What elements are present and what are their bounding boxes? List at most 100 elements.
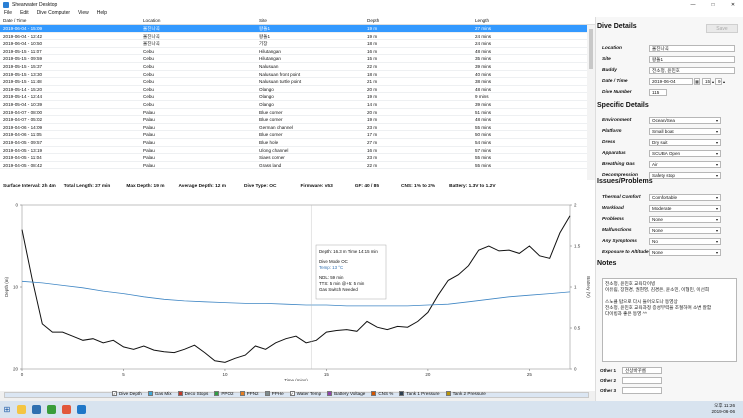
legend-checkbox[interactable] bbox=[445, 390, 451, 396]
dive-profile-chart[interactable]: 0 5 10 15 20 2501020 00.511.52Time (mins)Depth… bbox=[0, 197, 595, 382]
legend-item[interactable]: Deco Stops bbox=[177, 390, 208, 396]
legend-item[interactable]: Battery Voltage bbox=[327, 390, 365, 396]
date-input[interactable]: 2019-06-04 bbox=[649, 77, 693, 85]
dropdown-select[interactable]: Safety stop ▾ bbox=[649, 171, 721, 179]
legend-item[interactable]: Tank 1 Pressure bbox=[399, 390, 440, 396]
table-row[interactable]: 2019-04-05 - 09:57 Palau Blue hole 27 m 54 m… bbox=[0, 139, 595, 147]
column-header-length[interactable]: Length bbox=[472, 17, 587, 24]
hour-spinner-icon[interactable]: ▴ bbox=[712, 79, 714, 84]
field-row: Problems None ▾ bbox=[602, 215, 721, 223]
legend-checkbox[interactable] bbox=[371, 390, 377, 396]
dropdown-select[interactable]: Small boat ▾ bbox=[649, 127, 721, 135]
table-row[interactable]: 2019-06-04 - 12:42 울진나곡 왕돌1 19 m 24 mins bbox=[0, 33, 595, 41]
dropdown-select[interactable]: None ▾ bbox=[649, 226, 721, 234]
legend-checkbox[interactable] bbox=[399, 390, 405, 396]
dropdown-select[interactable]: Ocean/Sea ▾ bbox=[649, 116, 721, 124]
legend-item[interactable]: Tank 2 Pressure bbox=[445, 390, 486, 396]
menu-file[interactable]: File bbox=[4, 10, 12, 16]
table-row[interactable]: 2019-05-14 - 12:44 Cebu Olango 19 m 9 mins bbox=[0, 93, 595, 101]
table-row[interactable]: 2019-04-05 - 11:04 Palau Siaes corner 23 m 5… bbox=[0, 154, 595, 162]
legend-item[interactable]: ✓ Water Temp bbox=[289, 390, 321, 396]
location-input[interactable]: 울진나곡 bbox=[649, 44, 735, 52]
app-icon[interactable] bbox=[62, 405, 71, 414]
legend-checkbox[interactable] bbox=[264, 390, 270, 396]
minimize-icon[interactable]: — bbox=[683, 0, 703, 9]
legend-checkbox[interactable] bbox=[147, 390, 153, 396]
legend-checkbox[interactable] bbox=[214, 390, 220, 396]
table-row[interactable]: 2019-05-04 - 10:39 Cebu Olango 14 m 39 mins bbox=[0, 101, 595, 109]
dropdown-select[interactable]: Moderate ▾ bbox=[649, 204, 721, 212]
column-header-depth[interactable]: Depth bbox=[364, 17, 472, 24]
dropdown-select[interactable]: SCUBA Open ▾ bbox=[649, 149, 721, 157]
legend-item[interactable]: PPN2 bbox=[239, 390, 259, 396]
dropdown-select[interactable]: Dry suit ▾ bbox=[649, 138, 721, 146]
table-row[interactable]: 2019-05-15 - 13:30 Cebu Nalusuan front poi… bbox=[0, 71, 595, 79]
scrollbar-thumb[interactable] bbox=[589, 29, 593, 69]
legend-item[interactable]: CNS % bbox=[371, 390, 393, 396]
menu-help[interactable]: Help bbox=[97, 10, 107, 16]
column-header-location[interactable]: Location bbox=[140, 17, 256, 24]
calendar-icon[interactable]: ▦ bbox=[694, 77, 700, 85]
table-row[interactable]: 2019-05-14 - 15:20 Cebu Olango 20 m 48 mins bbox=[0, 86, 595, 94]
other-field-row: Other 1 선상바꾸름 bbox=[600, 366, 662, 374]
legend-checkbox[interactable]: ✓ bbox=[112, 390, 117, 396]
table-row[interactable]: 2019-06-04 - 15:09 울진나곡 왕돌1 19 m 27 mins bbox=[0, 25, 595, 33]
field-label: Dress bbox=[602, 139, 616, 145]
shearwater-icon[interactable] bbox=[77, 405, 86, 414]
legend-checkbox[interactable]: ✓ bbox=[289, 390, 295, 396]
menu-view[interactable]: View bbox=[78, 10, 89, 16]
dropdown-select[interactable]: Comfortable ▾ bbox=[649, 193, 721, 201]
legend-item[interactable]: PPHe bbox=[264, 390, 284, 396]
dive-number-input[interactable]: 115 bbox=[649, 88, 667, 96]
table-row[interactable]: 2019-04-07 - 08:00 Palau Blue corner 20 m 51… bbox=[0, 109, 595, 117]
table-cell: Palau bbox=[143, 117, 155, 123]
table-row[interactable]: 2019-04-05 - 13:19 Palau Ulong channel 16 m… bbox=[0, 147, 595, 155]
hour-input[interactable]: 15 bbox=[702, 77, 711, 85]
windows-start-icon[interactable]: ⊞ bbox=[0, 401, 14, 418]
legend-item[interactable]: PPO2 bbox=[214, 390, 234, 396]
legend-label: Dive Depth bbox=[119, 390, 142, 396]
table-cell: 2019-05-15 - 11:48 bbox=[3, 79, 42, 85]
table-row[interactable]: 2019-05-15 - 11:48 Cebu Nalusuan turtle po… bbox=[0, 78, 595, 86]
table-row[interactable]: 2019-04-06 - 11:05 Palau Blue corner 17 m 50… bbox=[0, 131, 595, 139]
menu-dive-computer[interactable]: Dive Computer bbox=[37, 10, 70, 16]
other-field-input[interactable]: 선상바꾸름 bbox=[622, 366, 662, 374]
table-row[interactable]: 2019-06-04 - 10:50 울진나곡 기장 18 m 24 mins bbox=[0, 40, 595, 48]
table-row[interactable]: 2019-05-15 - 11:07 Cebu Hilutangan 16 m 48 m… bbox=[0, 48, 595, 56]
browser-icon[interactable] bbox=[32, 405, 41, 414]
site-input[interactable]: 왕돌1 bbox=[649, 55, 735, 63]
legend-item[interactable]: ✓ Dive Depth bbox=[112, 390, 142, 396]
notes-textarea[interactable]: 전소정, 윤민호 교육다이빙 이유림, 장현경, 권현영, 김경은, 윤소민, … bbox=[602, 278, 737, 362]
save-button[interactable]: Save bbox=[706, 24, 738, 33]
folder-icon[interactable] bbox=[17, 405, 26, 414]
minute-spinner-icon[interactable]: ▴ bbox=[723, 79, 725, 84]
close-icon[interactable]: ✕ bbox=[723, 0, 743, 9]
app-icon[interactable] bbox=[47, 405, 56, 414]
dropdown-select[interactable]: None ▾ bbox=[649, 215, 721, 223]
legend-checkbox[interactable] bbox=[239, 390, 245, 396]
column-header-site[interactable]: Site bbox=[256, 17, 364, 24]
maximize-icon[interactable]: □ bbox=[703, 0, 723, 9]
dropdown-select[interactable]: No ▾ bbox=[649, 237, 721, 245]
dropdown-value: None bbox=[652, 216, 663, 222]
tooltip-gas: Gas Switch Needed bbox=[319, 287, 358, 292]
minute-input[interactable]: 9 bbox=[715, 77, 723, 85]
dropdown-select[interactable]: None ▾ bbox=[649, 248, 721, 256]
table-scrollbar[interactable] bbox=[587, 25, 595, 180]
table-row[interactable]: 2019-04-05 - 08:42 Palau Grass land 22 m 55 … bbox=[0, 162, 595, 170]
x-tick-label: 25 bbox=[527, 372, 533, 377]
table-row[interactable]: 2019-05-15 - 09:59 Cebu Hilutangan 15 m 35 m… bbox=[0, 55, 595, 63]
legend-checkbox[interactable] bbox=[327, 390, 333, 396]
field-row: Breathing Gas Air ▾ bbox=[602, 160, 721, 168]
table-row[interactable]: 2019-04-06 - 14:09 Palau German channel 23 … bbox=[0, 124, 595, 132]
legend-item[interactable]: Gas Mix bbox=[147, 390, 172, 396]
table-row[interactable]: 2019-05-15 - 15:37 Cebu Nalusuan 22 m 39 min… bbox=[0, 63, 595, 71]
other-field-input[interactable] bbox=[622, 376, 662, 384]
dropdown-select[interactable]: Air ▾ bbox=[649, 160, 721, 168]
other-field-input[interactable] bbox=[622, 386, 662, 394]
column-header-date[interactable]: Date / Time bbox=[0, 17, 140, 24]
table-row[interactable]: 2019-04-07 - 05:02 Palau Blue corner 19 m 48… bbox=[0, 116, 595, 124]
buddy-input[interactable]: 전소정, 윤민호 bbox=[649, 66, 735, 74]
menu-edit[interactable]: Edit bbox=[20, 10, 29, 16]
legend-checkbox[interactable] bbox=[177, 390, 183, 396]
